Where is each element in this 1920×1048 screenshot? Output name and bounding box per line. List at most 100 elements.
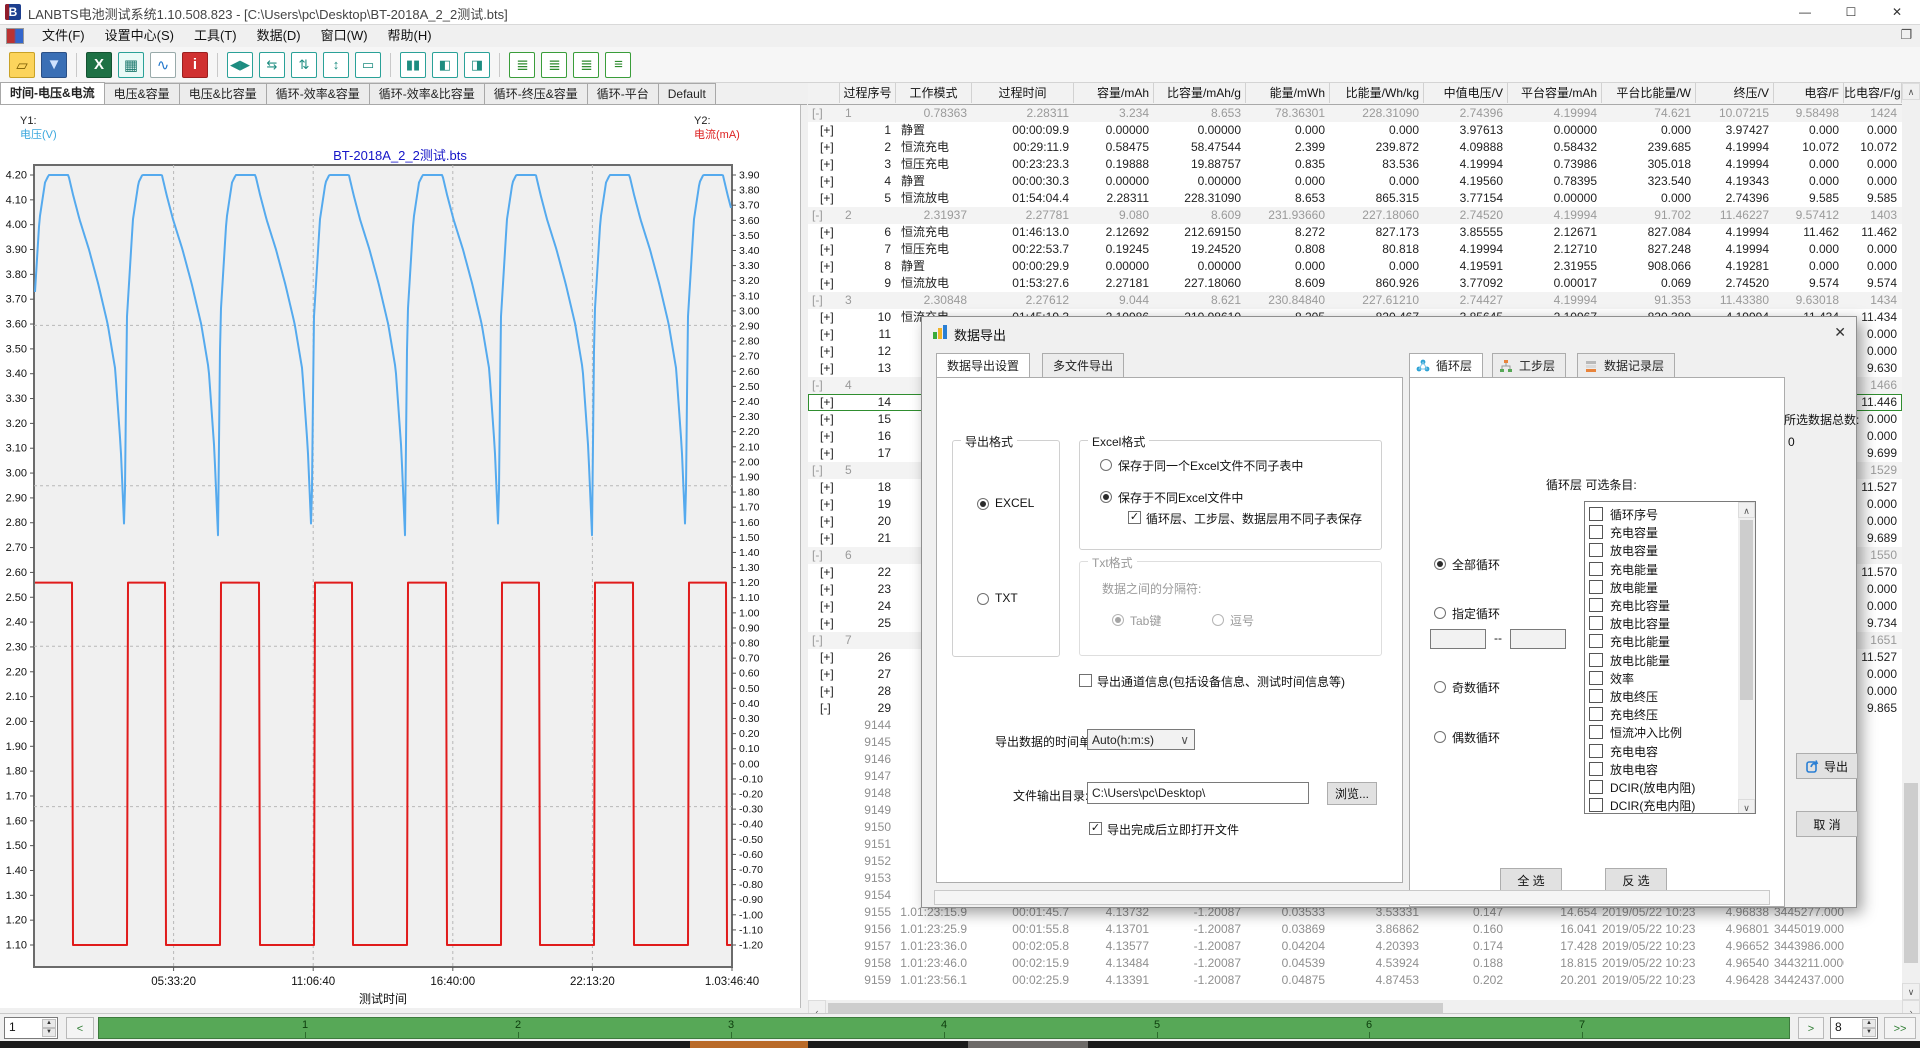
expand-toggle[interactable]: [+] <box>808 360 840 377</box>
cycle-item-checkbox[interactable]: 放电容量 <box>1589 542 1658 560</box>
spin-down-icon[interactable]: ▼ <box>42 1028 56 1037</box>
column-header[interactable]: 能量/mWh <box>1246 83 1330 103</box>
full-list-icon[interactable]: ≡ <box>605 52 631 78</box>
menu-item[interactable]: 文件(F) <box>32 25 95 47</box>
scroll-up-icon[interactable]: ∧ <box>1738 502 1755 518</box>
checkbox-icon[interactable] <box>1589 744 1603 758</box>
collapse-toggle[interactable]: [-] <box>808 207 840 224</box>
split-horizontal-icon[interactable]: ⇅ <box>291 52 317 78</box>
cycle-item-checkbox[interactable]: 充电终压 <box>1589 706 1658 724</box>
menu-item[interactable]: 设置中心(S) <box>95 25 184 47</box>
next-page-button[interactable]: > <box>1798 1017 1824 1039</box>
scroll-down-icon[interactable]: ∨ <box>1738 799 1755 814</box>
scroll-up-icon[interactable]: ∧ <box>1902 83 1920 100</box>
cycle-item-checkbox[interactable]: 放电电容 <box>1589 761 1658 779</box>
cycle-item-checkbox[interactable]: 效率 <box>1589 670 1634 688</box>
table-row[interactable]: 91571.01:23:36.000:02:05.84.13577-1.2008… <box>808 938 1902 955</box>
collapse-toggle[interactable]: [-] <box>808 105 840 122</box>
spin-up-icon[interactable]: ▲ <box>42 1019 56 1028</box>
output-dir-input[interactable]: C:\Users\pc\Desktop\ <box>1087 782 1309 804</box>
checkbox-icon[interactable] <box>1589 598 1603 612</box>
cycle-item-checkbox[interactable]: 充电容量 <box>1589 524 1658 542</box>
spin-down-icon[interactable]: ▼ <box>1862 1028 1876 1037</box>
tab-separator-radio[interactable] <box>1112 614 1124 626</box>
same-excel-file-radio[interactable] <box>1100 459 1112 471</box>
step-list-icon[interactable]: ≣ <box>541 52 567 78</box>
split-vertical-icon[interactable]: ◀▶ <box>227 52 253 78</box>
checkbox-icon[interactable] <box>1589 780 1603 794</box>
menu-item[interactable]: 工具(T) <box>184 25 247 47</box>
collapse-toggle[interactable]: [-] <box>808 377 840 394</box>
expand-toggle[interactable]: [+] <box>808 615 840 632</box>
expand-toggle[interactable]: [+] <box>808 224 840 241</box>
prev-page-button[interactable]: < <box>66 1017 94 1039</box>
tab-multi-file-export[interactable]: 多文件导出 <box>1042 353 1124 378</box>
txt-radio[interactable] <box>977 593 989 605</box>
chart-tab-7[interactable]: 循环-平台 <box>587 83 659 104</box>
checkbox-icon[interactable] <box>1589 507 1603 521</box>
expand-toggle[interactable]: [+] <box>808 156 840 173</box>
export-channel-info-checkbox[interactable] <box>1079 674 1092 687</box>
column-header[interactable]: 平台容量/mAh <box>1508 83 1602 103</box>
column-header[interactable]: 电容/F <box>1774 83 1844 103</box>
browse-button[interactable]: 浏览... <box>1327 782 1377 805</box>
checkbox-icon[interactable] <box>1589 616 1603 630</box>
table-row[interactable]: [+]3恒压充电00:23:23.30.1988819.887570.83583… <box>808 156 1902 173</box>
cancel-button[interactable]: 取 消 <box>1796 811 1858 837</box>
checkbox-icon[interactable] <box>1589 653 1603 667</box>
column-header[interactable]: 过程时间 <box>972 83 1074 103</box>
cycle-list-icon[interactable]: ≣ <box>509 52 535 78</box>
spin-up-icon[interactable]: ▲ <box>1862 1019 1876 1028</box>
layers-different-sheets-checkbox[interactable]: ✓ <box>1128 511 1141 524</box>
left-page-spinner[interactable]: 1 ▲ ▼ <box>4 1017 58 1039</box>
column-header[interactable]: 平台比能量/W <box>1602 83 1696 103</box>
table-row[interactable]: [+]8静置00:00:29.90.000000.000000.0000.000… <box>808 258 1902 275</box>
two-pane-icon[interactable]: ▮▮ <box>400 52 426 78</box>
menu-item[interactable]: 帮助(H) <box>378 25 442 47</box>
dialog-close-icon[interactable]: ✕ <box>1834 324 1846 341</box>
checkbox-icon[interactable] <box>1589 671 1603 685</box>
scroll-down-icon[interactable]: ∨ <box>1902 983 1920 1000</box>
cycle-item-checkbox[interactable]: 放电终压 <box>1589 688 1658 706</box>
expand-toggle[interactable]: [+] <box>808 479 840 496</box>
excel-radio[interactable] <box>977 498 989 510</box>
expand-toggle[interactable]: [+] <box>808 581 840 598</box>
table-row[interactable]: 91591.01:23:56.100:02:25.94.13391-1.2008… <box>808 972 1902 989</box>
column-header[interactable]: 工作模式 <box>896 83 972 103</box>
expand-toggle[interactable]: [+] <box>808 309 840 326</box>
maximize-view-icon[interactable]: ▭ <box>355 52 381 78</box>
expand-toggle[interactable]: [+] <box>808 173 840 190</box>
close-button[interactable]: ✕ <box>1874 0 1920 24</box>
pane-left-icon[interactable]: ◧ <box>432 52 458 78</box>
pane-right-icon[interactable]: ◨ <box>464 52 490 78</box>
table-row[interactable]: 91581.01:23:46.000:02:15.94.13484-1.2008… <box>808 955 1902 972</box>
cycle-item-checkbox[interactable]: 充电比能量 <box>1589 633 1670 651</box>
expand-view-icon[interactable]: ↕ <box>323 52 349 78</box>
record-list-icon[interactable]: ≣ <box>573 52 599 78</box>
chart-tab-2[interactable]: 电压&容量 <box>104 83 180 104</box>
expand-toggle[interactable]: [+] <box>808 445 840 462</box>
cycle-item-checkbox[interactable]: 放电比容量 <box>1589 615 1670 633</box>
open-after-export-checkbox[interactable]: ✓ <box>1089 822 1102 835</box>
cycle-item-checkbox[interactable]: 放电比能量 <box>1589 652 1670 670</box>
last-page-button[interactable]: >> <box>1884 1017 1916 1039</box>
cycle-item-checkbox[interactable]: 循环序号 <box>1589 506 1658 524</box>
expand-toggle[interactable]: [+] <box>808 598 840 615</box>
checkbox-icon[interactable] <box>1589 725 1603 739</box>
cycle-item-checkbox[interactable]: 恒流冲入比例 <box>1589 724 1682 742</box>
tab-export-settings[interactable]: 数据导出设置 <box>936 353 1030 378</box>
chart-tab-4[interactable]: 循环-效率&容量 <box>266 83 370 104</box>
expand-toggle[interactable]: [+] <box>808 343 840 360</box>
export-button[interactable]: 导出 <box>1796 753 1858 779</box>
minimize-button[interactable]: — <box>1782 0 1828 24</box>
expand-toggle[interactable]: [+] <box>808 258 840 275</box>
cycle-item-checkbox[interactable]: 充电比容量 <box>1589 597 1670 615</box>
expand-toggle[interactable]: [+] <box>808 394 840 411</box>
menu-item[interactable]: 窗口(W) <box>311 25 378 47</box>
table-row[interactable]: 91561.01:23:25.900:01:55.84.13701-1.2008… <box>808 921 1902 938</box>
tab-record-layer[interactable]: 数据记录层 <box>1577 353 1675 378</box>
expand-toggle[interactable]: [+] <box>808 428 840 445</box>
even-cycles-radio[interactable] <box>1434 731 1446 743</box>
expand-toggle[interactable]: [+] <box>808 241 840 258</box>
tab-step-layer[interactable]: 工步层 <box>1492 353 1566 378</box>
